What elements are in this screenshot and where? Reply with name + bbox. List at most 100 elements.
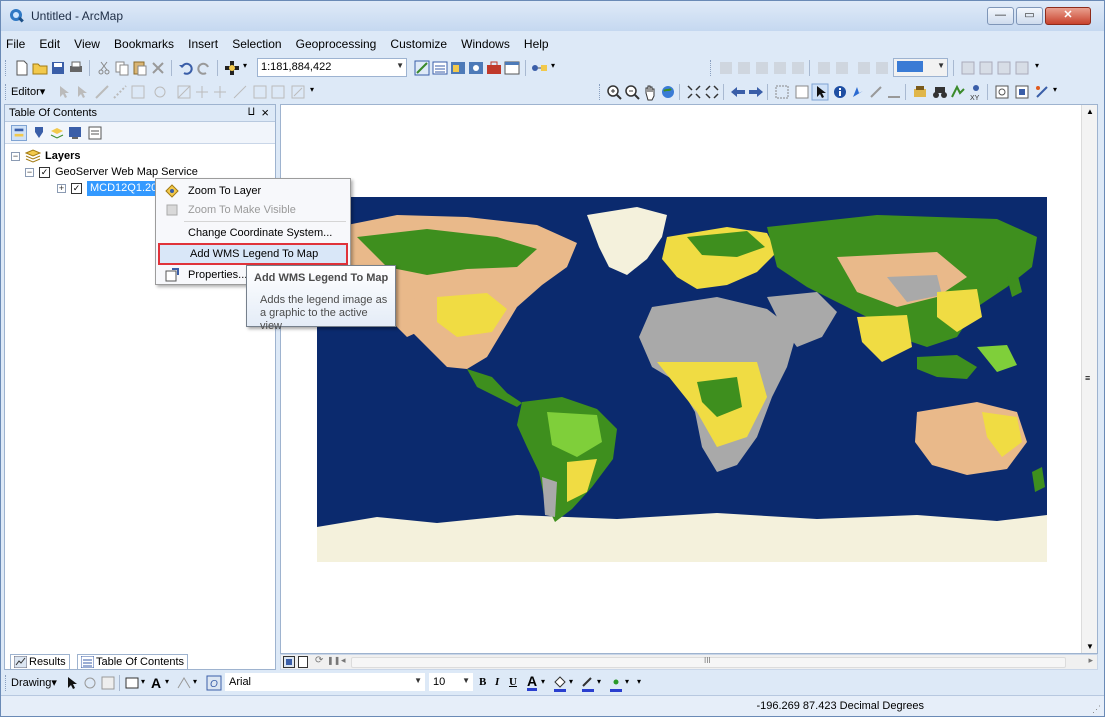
collapse-icon[interactable]: − [25,168,34,177]
pin-icon[interactable]: ⨿ [248,107,255,118]
bold-button[interactable]: B [479,676,486,688]
georef-tool-4-icon[interactable] [771,59,789,77]
toolbar-overflow-icon[interactable]: ▾ [1035,61,1039,70]
tab-results[interactable]: Results [10,654,70,670]
find-route-icon[interactable] [949,83,967,101]
hyperlink-icon[interactable] [849,83,867,101]
minimize-button[interactable]: — [987,7,1014,25]
list-by-selection-icon[interactable] [67,125,83,141]
maximize-button[interactable]: ▭ [1016,7,1043,25]
georef-tool-3-icon[interactable] [753,59,771,77]
toc-options-icon[interactable] [87,125,103,141]
zoom-whole-page-icon[interactable] [99,674,117,692]
clear-selection-icon[interactable] [793,83,811,101]
menu-windows[interactable]: Windows [460,33,511,55]
sketch-tool-icon[interactable] [231,83,249,101]
go-to-xy-icon[interactable]: XY [967,83,985,101]
copy-icon[interactable] [113,59,131,77]
magnifier-tool-icon[interactable] [1033,83,1051,101]
expand-icon[interactable]: + [57,184,66,193]
binoculars-icon[interactable] [931,83,949,101]
print-icon[interactable] [67,59,85,77]
georef-tool-8-icon[interactable] [855,59,873,77]
toolbar-overflow-icon[interactable]: ▾ [1053,85,1057,94]
trace-icon[interactable] [111,83,129,101]
open-folder-icon[interactable] [31,59,49,77]
menu-geoprocessing[interactable]: Geoprocessing [295,33,378,55]
select-features-icon[interactable] [773,83,791,101]
close-panel-icon[interactable]: × [261,105,269,120]
layout-tool-3-icon[interactable] [995,59,1013,77]
toolbar-overflow-icon[interactable]: ▾ [551,61,555,70]
tab-table-of-contents[interactable]: Table Of Contents [77,654,189,670]
georef-tool-5-icon[interactable] [789,59,807,77]
delete-icon[interactable] [149,59,167,77]
map-horizontal-scrollbar[interactable]: III [351,656,1066,668]
reshape-icon[interactable] [151,83,169,101]
table-of-contents-icon[interactable] [431,59,449,77]
layer-combo[interactable]: ▼ [893,58,948,77]
scroll-down-icon[interactable]: ▼ [1086,642,1094,651]
layout-tool-1-icon[interactable] [959,59,977,77]
layout-tool-4-icon[interactable] [1013,59,1031,77]
scroll-left-icon[interactable]: ◂ [341,655,346,666]
undo-icon[interactable] [177,59,195,77]
create-viewer-icon[interactable] [1013,83,1031,101]
map-view[interactable]: ▲ ≡ ▼ [280,104,1098,654]
select-elements-icon[interactable] [811,83,829,101]
layout-tool-2-icon[interactable] [977,59,995,77]
split-icon[interactable] [193,83,211,101]
forward-extent-icon[interactable] [747,83,765,101]
font-size-combo[interactable]: 10 ▼ [429,673,473,691]
pause-icon[interactable]: ❚❚ [327,656,340,665]
map-scale-combo[interactable]: 1:181,884,422 ▼ [257,58,407,77]
toolbar-grip[interactable] [710,60,713,76]
zoom-out-icon[interactable] [623,83,641,101]
scroll-right-icon[interactable]: ▸ [1088,655,1093,666]
georef-tool-6-icon[interactable] [815,59,833,77]
list-by-visibility-icon[interactable] [49,125,65,141]
html-popup-icon[interactable] [867,83,885,101]
straight-segment-icon[interactable] [93,83,111,101]
layout-view-icon[interactable] [297,656,309,668]
modelbuilder-icon[interactable] [531,59,549,77]
rectangle-tool-icon[interactable] [123,674,141,692]
georef-tool-7-icon[interactable] [833,59,851,77]
drawing-menu-button[interactable]: Drawing▾ [11,676,57,689]
sketch-properties-icon[interactable] [269,83,287,101]
font-color-button[interactable]: A [527,674,538,691]
menu-view[interactable]: View [73,33,101,55]
toolbar-grip[interactable] [5,675,8,691]
menu-edit[interactable]: Edit [38,33,61,55]
time-slider-icon[interactable] [993,83,1011,101]
fill-color-icon[interactable] [551,674,569,692]
create-features-icon[interactable] [289,83,307,101]
menu-customize[interactable]: Customize [389,33,448,55]
menu-insert[interactable]: Insert [187,33,219,55]
list-by-source-icon[interactable] [31,125,47,141]
save-icon[interactable] [49,59,67,77]
toolbar-overflow-icon[interactable]: ▾ [310,85,314,94]
georef-tool-9-icon[interactable] [873,59,891,77]
underline-button[interactable]: U [509,676,517,688]
toolbar-grip[interactable] [5,84,8,100]
toolbar-overflow-icon[interactable]: ▾ [637,677,641,686]
data-view-icon[interactable] [283,656,295,668]
attributes-icon[interactable] [251,83,269,101]
pan-hand-icon[interactable] [641,83,659,101]
edit-vertices-drawing-icon[interactable] [175,674,193,692]
resize-grip-icon[interactable]: ⋰ [1092,704,1101,715]
marker-color-icon[interactable] [607,674,625,692]
editor-toolbar-icon[interactable] [413,59,431,77]
find-icon[interactable] [911,83,929,101]
menu-item-change-coordinate-system[interactable]: Change Coordinate System... [158,223,348,243]
cut-icon[interactable] [95,59,113,77]
cut-polygon-icon[interactable] [175,83,193,101]
editor-menu-button[interactable]: Editor▾ [11,85,45,98]
rotate-icon[interactable] [211,83,229,101]
georef-tool-1-icon[interactable] [717,59,735,77]
collapse-icon[interactable]: − [11,152,20,161]
menu-item-add-wms-legend[interactable]: Add WMS Legend To Map [158,243,348,265]
search-window-icon[interactable] [467,59,485,77]
vertices-dropdown-icon[interactable]: ▾ [193,677,197,686]
